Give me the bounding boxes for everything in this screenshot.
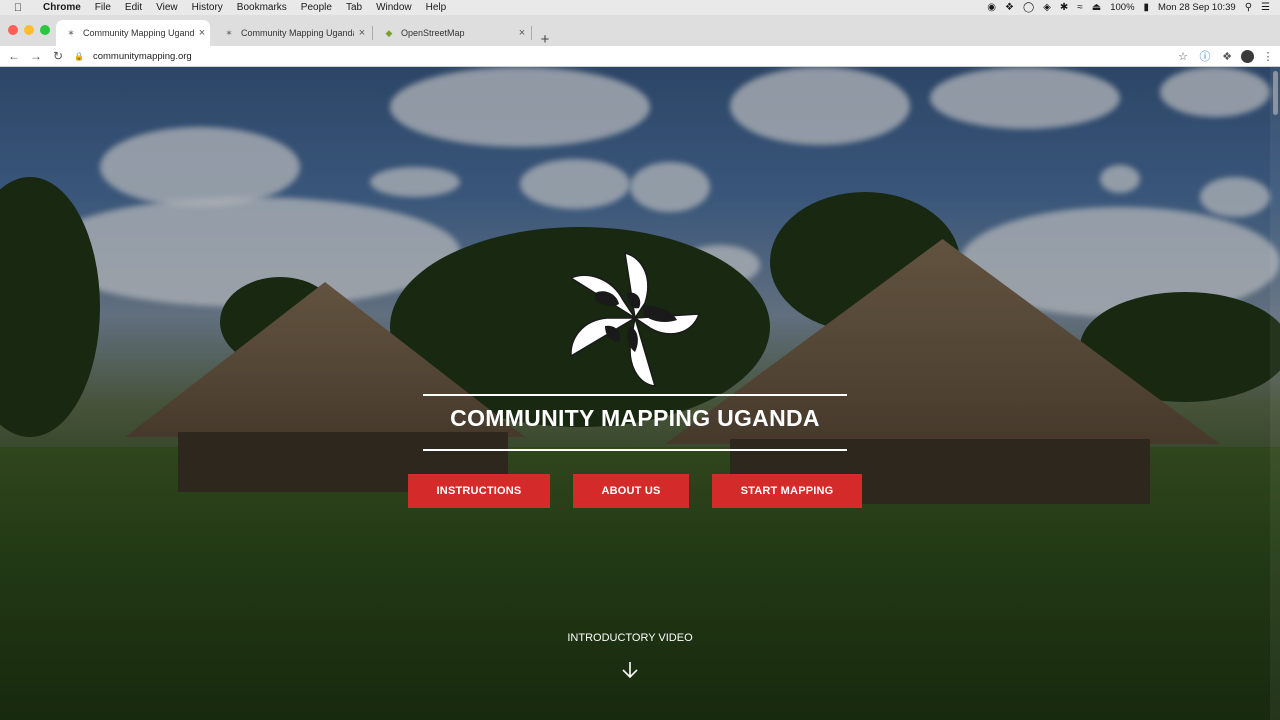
window-controls bbox=[8, 25, 50, 35]
introductory-video-link[interactable]: INTRODUCTORY VIDEO bbox=[530, 632, 730, 644]
title-rule-bottom bbox=[423, 449, 847, 451]
tab-separator bbox=[372, 26, 373, 40]
status-area: ◉ ❖ ◯ ◈ ✱ ≈ ⏏ 100% ▮ Mon 28 Sep 10:39 ⚲ … bbox=[987, 2, 1280, 13]
scrollbar-thumb[interactable] bbox=[1273, 71, 1278, 115]
close-tab-icon[interactable]: × bbox=[194, 27, 210, 39]
minimize-window-button[interactable] bbox=[24, 25, 34, 35]
tab-title: OpenStreetMap bbox=[401, 28, 465, 38]
macos-menu-bar:  Chrome File Edit View History Bookmark… bbox=[0, 0, 1280, 15]
dropbox-icon[interactable]: ❖ bbox=[1005, 2, 1014, 13]
globe-icon[interactable]: ◈ bbox=[1043, 2, 1051, 13]
menu-help[interactable]: Help bbox=[419, 2, 454, 13]
bookmark-star-icon[interactable]: ☆ bbox=[1175, 50, 1191, 63]
about-us-button[interactable]: ABOUT US bbox=[573, 474, 689, 508]
close-window-button[interactable] bbox=[8, 25, 18, 35]
site-title: COMMUNITY MAPPING UGANDA bbox=[450, 405, 820, 431]
page-scrollbar[interactable] bbox=[1270, 67, 1280, 720]
community-mapping-star-logo-icon bbox=[569, 251, 701, 387]
arrow-down-icon[interactable] bbox=[620, 660, 640, 680]
clock[interactable]: Mon 28 Sep 10:39 bbox=[1158, 2, 1236, 13]
toolbar-actions: ☆ ⓘ ❖ ⋮ bbox=[1175, 48, 1276, 64]
more-menu-icon[interactable]: ⋮ bbox=[1260, 50, 1276, 63]
password-manager-icon[interactable]: ◯ bbox=[1023, 2, 1034, 13]
menu-app-chrome[interactable]: Chrome bbox=[36, 2, 88, 13]
close-tab-icon[interactable]: × bbox=[514, 27, 530, 39]
tab-community-mapping-1[interactable]: ✶ Community Mapping Uganda × bbox=[56, 20, 210, 46]
browser-toolbar: ← → ↻ 🔒 communitymapping.org ☆ ⓘ ❖ ⋮ bbox=[0, 46, 1280, 67]
wifi-icon[interactable]: ≈ bbox=[1077, 2, 1083, 13]
menu-file[interactable]: File bbox=[88, 2, 118, 13]
apple-menu-icon[interactable]:  bbox=[0, 2, 36, 14]
forward-arrow-icon[interactable]: → bbox=[25, 49, 47, 63]
zoom-window-button[interactable] bbox=[40, 25, 50, 35]
menu-window[interactable]: Window bbox=[369, 2, 419, 13]
tab-community-mapping-2[interactable]: ✶ Community Mapping Uganda × bbox=[214, 20, 370, 46]
network-icon[interactable]: ✱ bbox=[1060, 2, 1068, 13]
extensions-puzzle-icon[interactable]: ❖ bbox=[1219, 50, 1235, 63]
control-center-icon[interactable]: ☰ bbox=[1261, 2, 1270, 13]
reload-icon[interactable]: ↻ bbox=[47, 49, 69, 63]
instructions-button[interactable]: INSTRUCTIONS bbox=[408, 474, 550, 508]
battery-percent: 100% bbox=[1110, 2, 1135, 13]
lock-icon[interactable]: 🔒 bbox=[74, 52, 84, 61]
record-icon[interactable]: ◉ bbox=[987, 2, 996, 13]
password-extension-icon[interactable]: ⓘ bbox=[1197, 48, 1213, 64]
compass-star-favicon-icon: ✶ bbox=[67, 28, 75, 38]
tab-title: Community Mapping Uganda bbox=[241, 28, 354, 38]
battery-icon[interactable]: ▮ bbox=[1144, 2, 1150, 13]
profile-avatar[interactable] bbox=[1241, 49, 1254, 63]
menu-bookmarks[interactable]: Bookmarks bbox=[230, 2, 294, 13]
osm-favicon-icon: ◆ bbox=[385, 28, 393, 38]
start-mapping-button[interactable]: START MAPPING bbox=[712, 474, 862, 508]
menu-history[interactable]: History bbox=[185, 2, 230, 13]
menu-tab[interactable]: Tab bbox=[339, 2, 369, 13]
browser-tab-strip: ✶ Community Mapping Uganda × ✶ Community… bbox=[0, 15, 1280, 47]
menu-view[interactable]: View bbox=[149, 2, 185, 13]
eject-icon[interactable]: ⏏ bbox=[1092, 2, 1101, 13]
title-rule-top bbox=[423, 394, 847, 396]
address-bar[interactable]: 🔒 communitymapping.org bbox=[74, 46, 1184, 66]
tab-title: Community Mapping Uganda bbox=[83, 28, 194, 38]
tab-openstreetmap[interactable]: ◆ OpenStreetMap × bbox=[374, 20, 530, 46]
back-arrow-icon[interactable]: ← bbox=[3, 49, 25, 63]
new-tab-button[interactable]: + bbox=[538, 32, 552, 47]
compass-star-favicon-icon: ✶ bbox=[225, 28, 233, 38]
spotlight-search-icon[interactable]: ⚲ bbox=[1245, 2, 1252, 13]
menu-people[interactable]: People bbox=[294, 2, 339, 13]
address-url[interactable]: communitymapping.org bbox=[93, 51, 192, 62]
menu-edit[interactable]: Edit bbox=[118, 2, 149, 13]
close-tab-icon[interactable]: × bbox=[354, 27, 370, 39]
tab-separator bbox=[531, 26, 532, 40]
